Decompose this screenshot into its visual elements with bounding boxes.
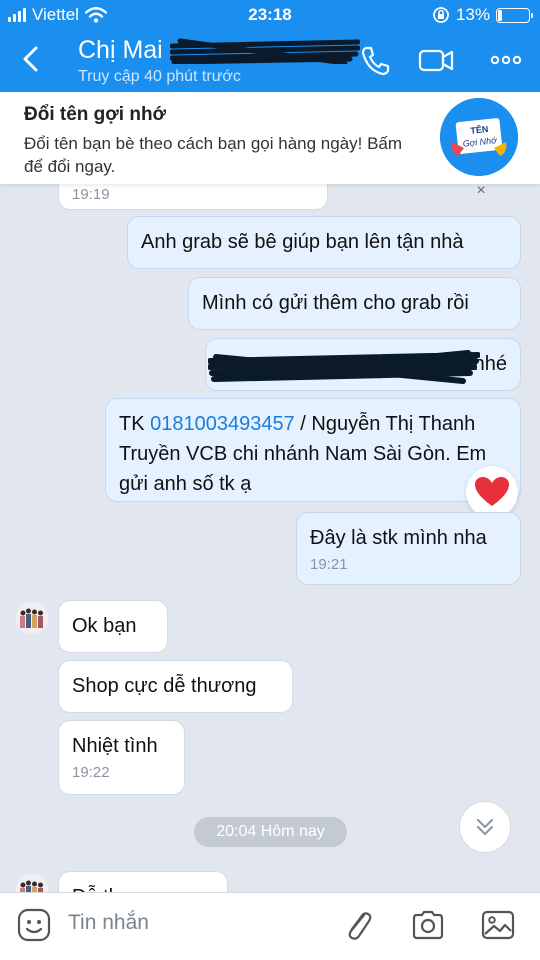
reaction-button[interactable]: [466, 466, 518, 518]
redacted-phone-scribble: [170, 38, 360, 64]
double-chevron-down-icon: [477, 819, 493, 835]
attach-icon[interactable]: [340, 907, 376, 943]
message-bubble-outgoing[interactable]: TK 0181003493457 / Nguyễn Thị Thanh Truy…: [105, 398, 521, 502]
contact-name[interactable]: Chị Mai: [78, 36, 163, 65]
contact-avatar[interactable]: [16, 602, 48, 634]
message-text-prefix: TK: [119, 413, 151, 435]
redacted-message-scribble: [208, 350, 480, 384]
message-bubble-outgoing[interactable]: nhé: [205, 338, 521, 391]
image-icon[interactable]: [480, 907, 516, 943]
back-icon[interactable]: [14, 42, 48, 76]
message-time: 19:22: [72, 764, 110, 781]
message-bubble-incoming[interactable]: Ok bạn: [58, 600, 168, 653]
orientation-lock-icon: [433, 7, 449, 23]
message-input-bar: Tin nhắn: [0, 892, 540, 960]
message-input[interactable]: Tin nhắn: [68, 911, 149, 935]
status-bar: Viettel 23:18 13%: [0, 0, 540, 30]
battery-icon: [496, 7, 533, 23]
message-text: Ok bạn: [72, 615, 137, 637]
more-icon[interactable]: [488, 44, 524, 76]
heart-icon: [475, 477, 509, 506]
banner-title: Đổi tên gợi nhớ: [24, 104, 167, 125]
message-text: Shop cực dễ thương: [72, 675, 257, 697]
scroll-to-bottom-button[interactable]: [459, 801, 511, 853]
rename-badge-icon: TÊN Gợi Nhớ: [440, 98, 518, 176]
message-text: Mình có gửi thêm cho grab rồi: [202, 292, 469, 314]
call-icon[interactable]: [358, 44, 394, 76]
message-bubble-incoming[interactable]: Shop cực dễ thương: [58, 660, 293, 713]
date-separator: 20:04 Hôm nay: [194, 817, 347, 847]
last-seen-status: Truy cập 40 phút trước: [78, 68, 241, 85]
message-text: Đây là stk mình nha: [310, 527, 487, 549]
close-banner-icon[interactable]: ×: [470, 182, 492, 204]
message-text: Nhiệt tình: [72, 735, 158, 757]
message-bubble-incoming[interactable]: Nhiệt tình 19:22: [58, 720, 185, 795]
message-bubble-outgoing[interactable]: Mình có gửi thêm cho grab rồi: [188, 277, 521, 330]
message-text: Anh grab sẽ bê giúp bạn lên tận nhà: [141, 231, 464, 253]
chat-header: Chị Mai Truy cập 40 phút trước: [0, 30, 540, 92]
badge-line1: TÊN: [470, 123, 489, 136]
battery-percent: 13%: [455, 5, 490, 24]
message-time: 19:19: [72, 186, 110, 203]
banner-description: Đổi tên bạn bè theo cách bạn gọi hàng ng…: [24, 134, 403, 176]
rename-suggestion-banner[interactable]: Đổi tên gợi nhớ Đổi tên bạn bè theo cách…: [0, 92, 540, 184]
account-number-link[interactable]: 0181003493457: [150, 413, 295, 435]
message-bubble-outgoing[interactable]: Đây là stk mình nha 19:21: [296, 512, 521, 585]
camera-icon[interactable]: [410, 907, 446, 943]
video-call-icon[interactable]: [418, 44, 454, 76]
message-bubble-outgoing[interactable]: Anh grab sẽ bê giúp bạn lên tận nhà: [127, 216, 521, 269]
sticker-icon[interactable]: [16, 907, 52, 943]
message-time: 19:21: [310, 556, 348, 573]
